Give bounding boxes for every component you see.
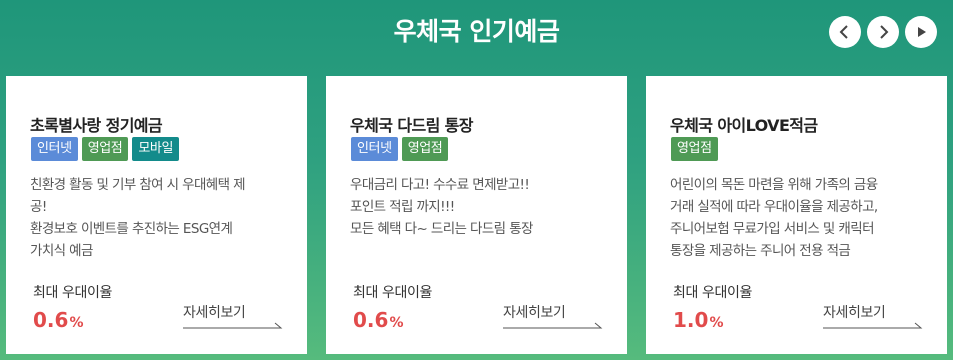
- more-link[interactable]: 자세히보기: [823, 302, 923, 332]
- play-icon: [918, 27, 926, 37]
- prev-button[interactable]: [829, 16, 861, 48]
- desc-line: 어린이의 목돈 마련을 위해 가족의 금융: [670, 177, 878, 193]
- arrow-right-icon: [823, 322, 923, 329]
- rate-label: 최대 우대이율: [353, 285, 432, 301]
- rate-number: 0.6: [33, 308, 69, 332]
- rate-unit: %: [709, 315, 724, 331]
- product-card[interactable]: 우체국 다드림 통장 인터넷 영업점 우대금리 다고! 수수료 면제받고!! 포…: [326, 76, 627, 354]
- rate-label: 최대 우대이율: [673, 285, 752, 301]
- badge-group: 영업점: [671, 137, 718, 161]
- more-label: 자세히보기: [183, 305, 246, 321]
- badge-branch: 영업점: [401, 137, 449, 161]
- badge-branch: 영업점: [81, 137, 129, 161]
- arrow-right-icon: [503, 322, 603, 329]
- rate-number: 1.0: [673, 308, 709, 332]
- desc-line: 가치식 예금: [30, 243, 93, 259]
- desc-line: 환경보호 이벤트를 추진하는 ESG연계: [30, 221, 233, 237]
- product-card[interactable]: 초록별사랑 정기예금 인터넷 영업점 모바일 친환경 활동 및 기부 참여 시 …: [6, 76, 307, 354]
- more-label: 자세히보기: [823, 305, 886, 321]
- product-card[interactable]: 우체국 아이LOVE적금 영업점 어린이의 목돈 마련을 위해 가족의 금융 거…: [646, 76, 947, 354]
- badge-group: 인터넷 영업점 모바일: [31, 137, 180, 161]
- next-button[interactable]: [867, 16, 899, 48]
- rate-label: 최대 우대이율: [33, 285, 112, 301]
- desc-line: 친환경 활동 및 기부 참여 시 우대혜택 제: [30, 177, 246, 193]
- more-label: 자세히보기: [503, 305, 566, 321]
- chevron-left-icon: [839, 25, 848, 39]
- rate-unit: %: [389, 315, 404, 331]
- chevron-right-icon: [880, 25, 889, 39]
- play-button[interactable]: [905, 16, 937, 48]
- desc-line: 주니어보험 무료가입 서비스 및 캐릭터: [670, 221, 874, 237]
- badge-internet: 인터넷: [31, 137, 78, 161]
- more-link[interactable]: 자세히보기: [183, 302, 283, 332]
- card-description: 어린이의 목돈 마련을 위해 가족의 금융 거래 실적에 따라 우대이율을 제공…: [670, 174, 930, 262]
- section-title: 우체국 인기예금: [393, 17, 560, 46]
- card-description: 친환경 활동 및 기부 참여 시 우대혜택 제 공! 환경보호 이벤트를 추진하…: [30, 174, 290, 262]
- badge-branch: 영업점: [671, 137, 718, 161]
- rate-value: 0.6%: [353, 308, 403, 332]
- desc-line: 포인트 적립 까지!!!: [350, 199, 455, 215]
- badge-mobile: 모바일: [132, 137, 180, 161]
- rate-value: 0.6%: [33, 308, 83, 332]
- card-title: 우체국 아이LOVE적금: [670, 116, 818, 135]
- badge-group: 인터넷 영업점: [351, 137, 449, 161]
- carousel-controls: [829, 16, 937, 48]
- rate-value: 1.0%: [673, 308, 723, 332]
- desc-line: 우대금리 다고! 수수료 면제받고!!: [350, 177, 530, 193]
- rate-number: 0.6: [353, 308, 389, 332]
- desc-line: 모든 혜택 다~ 드리는 다드림 통장: [350, 221, 533, 237]
- desc-line: 거래 실적에 따라 우대이율을 제공하고,: [670, 199, 878, 215]
- desc-line: 공!: [30, 199, 47, 215]
- rate-unit: %: [69, 315, 84, 331]
- more-link[interactable]: 자세히보기: [503, 302, 603, 332]
- arrow-right-icon: [183, 322, 283, 329]
- badge-internet: 인터넷: [351, 137, 398, 161]
- card-description: 우대금리 다고! 수수료 면제받고!! 포인트 적립 까지!!! 모든 혜택 다…: [350, 174, 610, 240]
- desc-line: 통장을 제공하는 주니어 전용 적금: [670, 243, 851, 259]
- card-title: 우체국 다드림 통장: [350, 116, 474, 135]
- card-title: 초록별사랑 정기예금: [30, 116, 163, 135]
